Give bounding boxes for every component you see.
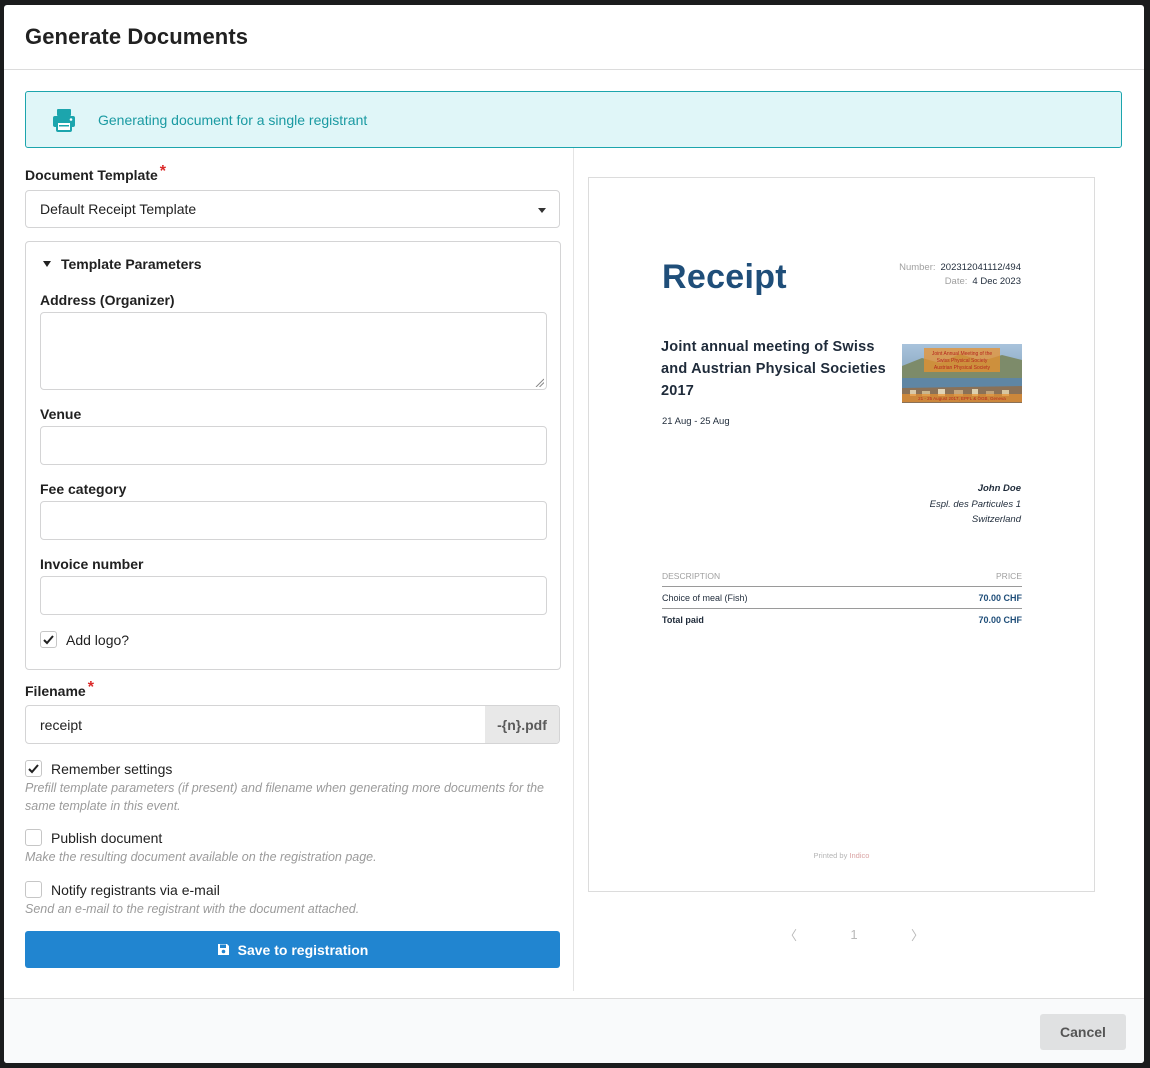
prev-page-button[interactable]: 〈 (784, 925, 797, 944)
recipient-name: John Doe (977, 483, 1021, 494)
receipt-number: Number: 202312041112/494 (899, 262, 1021, 273)
required-asterisk: * (159, 163, 166, 180)
publish-document-help: Make the resulting document available on… (25, 850, 377, 864)
remember-settings-checkbox[interactable] (25, 760, 42, 777)
publish-document-label: Publish document (51, 829, 163, 846)
notify-registrants-label: Notify registrants via e-mail (51, 881, 220, 898)
resize-handle-icon[interactable] (535, 378, 544, 387)
page-number: 1 (850, 927, 858, 942)
notify-registrants-checkbox[interactable] (25, 881, 42, 898)
remember-settings-help: Prefill template parameters (if present)… (25, 781, 545, 813)
event-name: Joint annual meeting of Swiss and Austri… (661, 339, 886, 399)
event-dates: 21 Aug - 25 Aug (662, 416, 730, 427)
fee-category-label: Fee category (40, 481, 127, 497)
vertical-divider (573, 148, 574, 991)
printed-by-brand: Indico (849, 851, 870, 860)
save-to-registration-button[interactable]: Save to registration (25, 931, 560, 968)
filename-label-row: Filename * (25, 679, 94, 701)
dropdown-caret-icon (538, 208, 546, 213)
checkmark-icon (43, 635, 54, 645)
publish-document-row[interactable]: Publish document (25, 829, 162, 846)
event-logo-image: Joint Annual Meeting of the Swiss Physic… (902, 344, 1022, 403)
info-text: Generating document for a single registr… (98, 111, 368, 128)
notify-registrants-help: Send an e-mail to the registrant with th… (25, 902, 360, 916)
total-row: Total paid 70.00 CHF (662, 609, 1022, 631)
logo-line-3: Austrian Physical Society (934, 365, 991, 371)
receipt-number-key: Number: (899, 262, 936, 273)
template-parameters-toggle[interactable]: Template Parameters (43, 256, 202, 272)
venue-input[interactable] (40, 426, 547, 465)
save-icon (217, 944, 229, 955)
printer-icon (53, 108, 75, 132)
receipt-date-value: 4 Dec 2023 (972, 276, 1021, 287)
modal-header: Generate Documents (4, 5, 1144, 70)
fee-category-input[interactable] (40, 501, 547, 540)
template-parameters-panel: Template Parameters Address (Organizer) … (25, 241, 561, 670)
receipt-date-key: Date: (944, 276, 968, 287)
logo-line-1: Joint Annual Meeting of the (932, 351, 993, 357)
template-label: Document Template (25, 167, 158, 183)
filename-suffix: -{n}.pdf (485, 706, 559, 743)
table-row: Choice of meal (Fish) 70.00 CHF (662, 587, 1022, 609)
template-select-value: Default Receipt Template (40, 201, 197, 217)
modal-title: Generate Documents (25, 24, 249, 49)
next-page-button[interactable]: 〉 (911, 925, 924, 944)
publish-document-checkbox[interactable] (25, 829, 42, 846)
recipient-address-line-2: Switzerland (971, 514, 1021, 525)
template-parameters-title: Template Parameters (61, 256, 202, 272)
item-description: Choice of meal (Fish) (662, 592, 748, 603)
cancel-button[interactable]: Cancel (1040, 1014, 1126, 1050)
receipt-number-value: 202312041112/494 (940, 262, 1021, 273)
receipt-date: Date: 4 Dec 2023 (945, 276, 1021, 287)
address-textarea[interactable] (40, 312, 547, 390)
total-label: Total paid (662, 615, 704, 625)
invoice-number-label: Invoice number (40, 556, 144, 572)
notify-registrants-row[interactable]: Notify registrants via e-mail (25, 881, 220, 898)
address-label: Address (Organizer) (40, 292, 175, 308)
remember-settings-label: Remember settings (51, 760, 173, 777)
required-asterisk: * (87, 679, 94, 696)
filename-field: receipt -{n}.pdf (25, 705, 560, 744)
venue-label: Venue (40, 406, 82, 422)
add-logo-label: Add logo? (66, 631, 130, 648)
printed-by-footer: Printed by Indico (589, 851, 1094, 860)
filename-label: Filename (25, 683, 86, 699)
add-logo-checkbox-row[interactable]: Add logo? (40, 631, 129, 648)
generate-documents-modal: Generate Documents Generating document f… (4, 5, 1144, 1063)
remember-settings-row[interactable]: Remember settings (25, 760, 172, 777)
template-label-row: Document Template * (25, 163, 166, 185)
add-logo-checkbox[interactable] (40, 631, 57, 648)
receipt-table-header: DESCRIPTION PRICE (662, 565, 1022, 587)
receipt-title: Receipt (662, 258, 787, 296)
logo-line-4: 21 - 25 August 2017, EPFL & ÖGB, Geneva (918, 395, 1006, 401)
save-button-label: Save to registration (237, 941, 369, 958)
total-price: 70.00 CHF (978, 615, 1022, 625)
caret-down-icon (43, 261, 51, 267)
recipient-address-line-1: Espl. des Particules 1 (929, 498, 1021, 510)
event-logo: Joint Annual Meeting of the Swiss Physic… (902, 344, 1022, 403)
filename-input[interactable]: receipt (26, 706, 485, 743)
template-select[interactable]: Default Receipt Template (25, 190, 560, 228)
preview-pager: 〈 1 〉 (784, 925, 924, 944)
info-message: Generating document for a single registr… (25, 91, 1122, 148)
col-price: PRICE (996, 570, 1022, 581)
document-preview: Receipt Number: 202312041112/494 Date: 4 D… (588, 177, 1095, 892)
checkmark-icon (28, 764, 39, 774)
recipient-address: John Doe Espl. des Particules 1 Switzerl… (930, 481, 1021, 528)
col-description: DESCRIPTION (662, 570, 721, 581)
logo-line-2: Swiss Physical Society (937, 358, 988, 364)
modal-footer: Cancel (4, 998, 1144, 1063)
printed-by-prefix: Printed by (813, 851, 848, 860)
invoice-number-input[interactable] (40, 576, 547, 615)
item-price: 70.00 CHF (978, 592, 1022, 603)
receipt-table: DESCRIPTION PRICE Choice of meal (Fish) … (662, 565, 1022, 631)
